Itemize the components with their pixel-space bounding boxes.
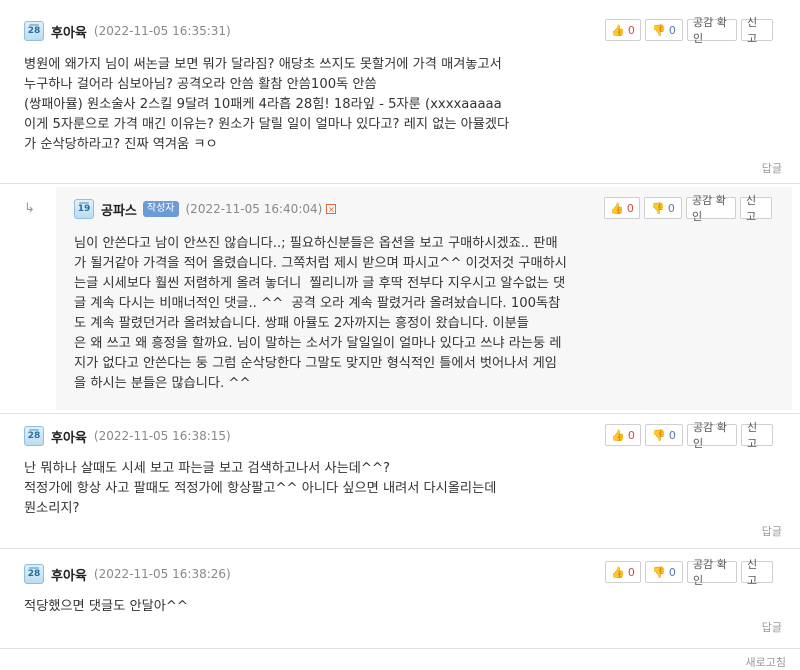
comment-actions: 👍 0 👎 0 공감 확인 신고 [604, 194, 772, 223]
reply-link[interactable]: 답글 [762, 160, 782, 176]
comment: 28 후아육 (2022-11-05 16:35:31) 👍 0 👎 0 공감 확인… [0, 0, 800, 176]
author-name[interactable]: 후아육 [51, 427, 87, 446]
comment-actions: 👍 0 👎 0 공감 확인 신고 [605, 16, 773, 45]
comment-header: 28 후아육 (2022-11-05 16:38:15) [24, 425, 231, 447]
comment-date: (2022-11-05 16:40:04) [185, 202, 323, 216]
gong-check-button[interactable]: 공감 확인 [687, 16, 737, 45]
like-button[interactable]: 👍 0 [605, 561, 641, 583]
thumbs-up-icon: 👍 [611, 428, 625, 442]
comment-date: (2022-11-05 16:35:31) [93, 24, 231, 38]
dislike-button[interactable]: 👎 0 [645, 561, 683, 583]
author-badge: 작성자 [142, 201, 179, 217]
comment-header: 28 후아육 (2022-11-05 16:35:31) [24, 20, 231, 42]
author-name[interactable]: 후아육 [51, 565, 87, 584]
comment-header: 28 후아육 (2022-11-05 16:38:26) [24, 563, 231, 585]
level-icon: 28 [24, 426, 44, 446]
comment-actions: 👍 0 👎 0 공감 확인 신고 [605, 421, 773, 450]
comment-actions: 👍 0 👎 0 공감 확인 신고 [605, 558, 773, 587]
like-button[interactable]: 👍 0 [605, 424, 641, 446]
thumbs-down-icon: 👎 [652, 428, 666, 442]
comment-text: 적당했으면 댓글도 안달아^^ [24, 599, 188, 614]
thumbs-up-icon: 👍 [610, 201, 624, 215]
dislike-button[interactable]: 👎 0 [645, 424, 683, 446]
like-button[interactable]: 👍 0 [604, 197, 640, 219]
level-icon: 28 [24, 21, 44, 41]
comment-text: 님이 안쓴다고 남이 안쓰진 않습니다..; 필요하신분들은 옵션을 보고 구매… [74, 236, 567, 391]
dislike-button[interactable]: 👎 0 [644, 197, 682, 219]
gong-check-button[interactable]: 공감 확인 [687, 421, 737, 450]
level-icon: 19 [74, 199, 94, 219]
reply-comment: 19 공파스 작성자 (2022-11-05 16:40:04) × 👍 0 👎 0… [56, 187, 792, 410]
report-button[interactable]: 신고 [740, 194, 772, 223]
gong-check-button[interactable]: 공감 확인 [687, 558, 737, 587]
comment: 28 후아육 (2022-11-05 16:38:26) 👍 0 👎 0 공감 확인… [0, 549, 800, 649]
gong-check-button[interactable]: 공감 확인 [686, 194, 736, 223]
thumbs-up-icon: 👍 [611, 565, 625, 579]
level-icon: 28 [24, 564, 44, 584]
comment-text: 병원에 왜가지 님이 써논글 보면 뭐가 달라짐? 애당초 쓰지도 못할거에 가… [24, 57, 510, 152]
comment-header: 19 공파스 작성자 (2022-11-05 16:40:04) × [74, 198, 337, 220]
comment-text: 난 뭐하나 살때도 시세 보고 파는글 보고 검색하고나서 사는데^^? 적정가… [24, 461, 497, 516]
thumbs-up-icon: 👍 [611, 23, 625, 37]
report-button[interactable]: 신고 [741, 558, 773, 587]
author-name[interactable]: 공파스 [101, 200, 137, 219]
comment-date: (2022-11-05 16:38:26) [93, 567, 231, 581]
author-name[interactable]: 후아육 [51, 22, 87, 41]
divider [0, 183, 800, 184]
refresh-link[interactable]: 새로고침 [746, 654, 786, 670]
reply-link[interactable]: 답글 [762, 523, 782, 539]
dislike-button[interactable]: 👎 0 [645, 19, 683, 41]
divider [0, 648, 800, 649]
like-button[interactable]: 👍 0 [605, 19, 641, 41]
comment: 28 후아육 (2022-11-05 16:38:15) 👍 0 👎 0 공감 확인… [0, 414, 800, 546]
reply-link[interactable]: 답글 [762, 619, 782, 635]
thumbs-down-icon: 👎 [651, 201, 665, 215]
thumbs-down-icon: 👎 [652, 23, 666, 37]
thumbs-down-icon: 👎 [652, 565, 666, 579]
report-button[interactable]: 신고 [741, 16, 773, 45]
report-button[interactable]: 신고 [741, 421, 773, 450]
comment-date: (2022-11-05 16:38:15) [93, 429, 231, 443]
reply-arrow-icon: ↳ [24, 201, 35, 216]
flag-icon[interactable]: × [326, 204, 337, 214]
